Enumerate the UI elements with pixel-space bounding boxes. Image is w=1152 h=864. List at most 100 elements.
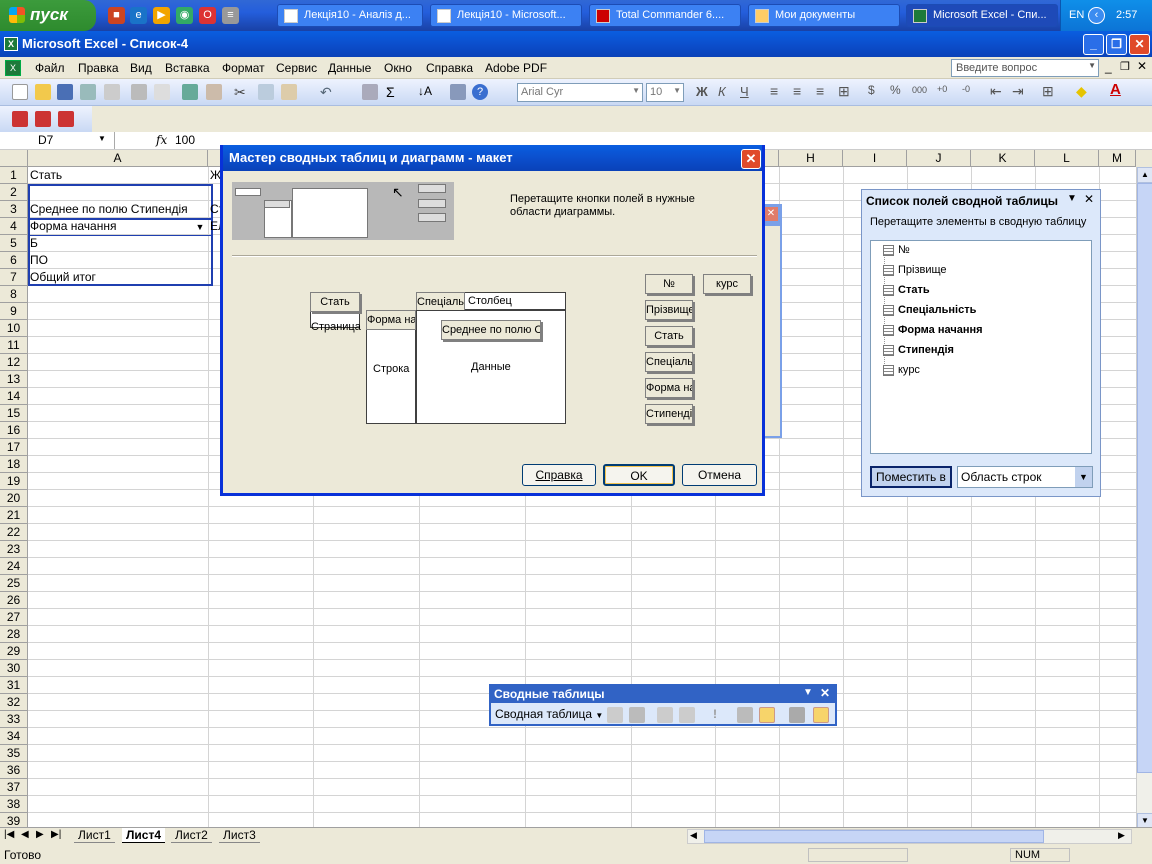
restore-button[interactable]: ❐ <box>1106 34 1127 55</box>
field-list-item[interactable]: Стипендія <box>883 344 954 356</box>
menu-help[interactable]: Справка <box>426 61 473 75</box>
menu-edit[interactable]: Правка <box>78 61 119 75</box>
scroll-up-icon[interactable]: ▲ <box>1137 167 1152 183</box>
row-header[interactable]: 23 <box>0 541 28 558</box>
row-header[interactable]: 7 <box>0 269 28 286</box>
field-dropdown-icon[interactable]: ▼ <box>193 221 207 234</box>
help-icon[interactable]: ? <box>472 84 488 100</box>
scroll-thumb[interactable] <box>1137 183 1152 773</box>
cell-a4[interactable]: Форма начання <box>30 218 116 235</box>
field-list-item[interactable]: Форма начання <box>883 324 983 336</box>
borders-icon[interactable]: ⊞ <box>1042 83 1054 100</box>
row-header[interactable]: 33 <box>0 711 28 728</box>
cell-a5[interactable]: Б <box>30 235 38 252</box>
col-header-m[interactable]: M <box>1099 150 1136 167</box>
field-study-form-button[interactable]: Форма на <box>645 378 693 398</box>
undo-icon[interactable]: ↶ <box>320 84 336 100</box>
field-list-item[interactable]: курс <box>883 364 920 376</box>
row-header[interactable]: 17 <box>0 439 28 456</box>
row-header[interactable]: 2 <box>0 184 28 201</box>
field-number-button[interactable]: № <box>645 274 693 294</box>
task-my-documents[interactable]: Мои документы <box>748 4 900 27</box>
media-player-icon[interactable]: ▶ <box>153 7 170 24</box>
close-icon[interactable]: ✕ <box>764 207 778 221</box>
page-area[interactable]: Страница <box>310 310 361 333</box>
select-all[interactable] <box>0 150 28 167</box>
task-excel[interactable]: Microsoft Excel - Спи... <box>906 4 1058 27</box>
col-header-j[interactable]: J <box>907 150 971 167</box>
row-field-button[interactable]: Форма на <box>366 310 416 330</box>
page-field-button[interactable]: Стать <box>310 292 360 312</box>
task-total-commander[interactable]: Total Commander 6.... <box>589 4 741 27</box>
first-sheet-icon[interactable]: |◀ <box>4 829 14 840</box>
ie-icon[interactable]: e <box>130 7 147 24</box>
copy-icon[interactable] <box>258 84 274 100</box>
field-list-item[interactable]: Спеціальність <box>883 304 976 316</box>
h-scroll-thumb[interactable] <box>704 830 1044 843</box>
row-header[interactable]: 24 <box>0 558 28 575</box>
row-header[interactable]: 10 <box>0 320 28 337</box>
row-header[interactable]: 32 <box>0 694 28 711</box>
last-sheet-icon[interactable]: ▶| <box>51 829 61 840</box>
cell-a3[interactable]: Среднее по полю Стипендія <box>30 201 188 218</box>
permission-icon[interactable] <box>80 84 96 100</box>
field-settings-icon[interactable] <box>737 707 753 723</box>
menu-data[interactable]: Данные <box>328 61 371 75</box>
row-header[interactable]: 5 <box>0 235 28 252</box>
font-size-combo[interactable]: 10 ▼ <box>646 83 684 102</box>
paste-icon[interactable] <box>281 84 297 100</box>
row-header[interactable]: 37 <box>0 779 28 796</box>
task-lecture-analysis[interactable]: Лекція10 - Аналіз д... <box>277 4 423 27</box>
next-sheet-icon[interactable]: ▶ <box>36 829 44 840</box>
row-header[interactable]: 27 <box>0 609 28 626</box>
currency-icon[interactable]: $ <box>868 83 875 97</box>
fill-color-icon[interactable]: ◆ <box>1076 83 1087 100</box>
dialog-close-button[interactable]: ✕ <box>741 149 761 169</box>
field-gender-button[interactable]: Стать <box>645 326 693 346</box>
prev-sheet-icon[interactable]: ◀ <box>21 829 29 840</box>
menu-file[interactable]: Файл <box>35 61 65 75</box>
row-header[interactable]: 1 <box>0 167 28 184</box>
email-icon[interactable] <box>104 84 120 100</box>
minimize-button[interactable]: _ <box>1083 34 1104 55</box>
row-header[interactable]: 30 <box>0 660 28 677</box>
row-header[interactable]: 21 <box>0 507 28 524</box>
field-stipend-button[interactable]: Стипенді <box>645 404 693 424</box>
print-icon[interactable] <box>131 84 147 100</box>
vertical-scrollbar[interactable]: ▲ ▼ <box>1136 167 1152 829</box>
cell-a6[interactable]: ПО <box>30 252 48 269</box>
autosum-icon[interactable]: Σ <box>386 84 402 100</box>
pane-close-icon[interactable]: ✕ <box>1084 192 1094 206</box>
research-icon[interactable] <box>206 84 222 100</box>
ok-button[interactable]: OK <box>603 464 675 486</box>
name-box[interactable]: D7 ▼ <box>0 132 115 149</box>
bold-icon[interactable]: Ж <box>696 84 708 99</box>
show-field-list-icon[interactable] <box>813 707 829 723</box>
excel-doc-icon[interactable]: X <box>5 60 21 76</box>
refresh-icon[interactable]: ! <box>707 707 723 723</box>
pivot-table-menu[interactable]: Сводная таблица ▼ <box>495 707 603 721</box>
row-header[interactable]: 9 <box>0 303 28 320</box>
row-header[interactable]: 29 <box>0 643 28 660</box>
row-header[interactable]: 15 <box>0 405 28 422</box>
row-header[interactable]: 19 <box>0 473 28 490</box>
ask-question-box[interactable]: Введите вопрос ▼ <box>951 59 1099 77</box>
align-left-icon[interactable]: ≡ <box>770 83 778 99</box>
field-settings-2-icon[interactable] <box>789 707 805 723</box>
include-hidden-icon[interactable] <box>759 707 775 723</box>
data-field-button[interactable]: Среднее по полю С <box>441 320 541 340</box>
row-header[interactable]: 35 <box>0 745 28 762</box>
decrease-decimal-icon[interactable]: -0 <box>962 84 970 94</box>
sheet-tab-4[interactable]: Лист4 <box>122 828 166 843</box>
language-indicator[interactable]: EN <box>1069 9 1084 21</box>
menu-view[interactable]: Вид <box>130 61 152 75</box>
row-header[interactable]: 26 <box>0 592 28 609</box>
column-field-button[interactable]: Спеціальн <box>416 292 465 312</box>
row-header[interactable]: 28 <box>0 626 28 643</box>
doc-minimize-icon[interactable]: _ <box>1105 60 1112 74</box>
menu-tools[interactable]: Сервис <box>276 61 317 75</box>
chart-wizard-icon[interactable] <box>450 84 466 100</box>
increase-decimal-icon[interactable]: +0 <box>937 84 947 94</box>
task-lecture-word[interactable]: Лекція10 - Microsoft... <box>430 4 582 27</box>
chrome-icon[interactable]: ◉ <box>176 7 193 24</box>
